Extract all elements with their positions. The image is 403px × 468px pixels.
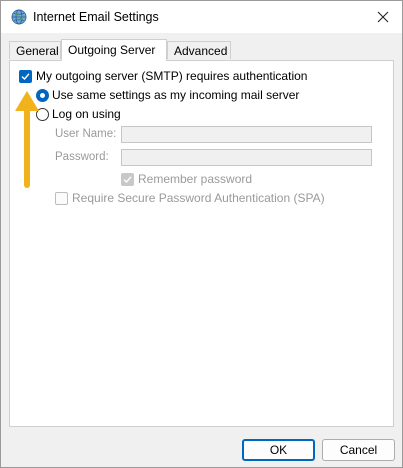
spa-option[interactable]: Require Secure Password Authentication (… [55, 191, 325, 205]
use-same-settings-option[interactable]: Use same settings as my incoming mail se… [36, 88, 299, 102]
remember-password-checkbox[interactable] [121, 172, 134, 186]
arrow-up-icon [15, 91, 39, 188]
use-same-settings-label: Use same settings as my incoming mail se… [52, 88, 300, 102]
password-label: Password: [55, 151, 109, 163]
internet-email-settings-dialog: Internet Email Settings General Outgoing… [0, 0, 403, 468]
password-input[interactable] [121, 149, 372, 166]
tab-outgoing-server[interactable]: Outgoing Server [61, 39, 167, 61]
cancel-button[interactable]: Cancel [322, 439, 395, 461]
username-input[interactable] [121, 126, 372, 143]
outgoing-server-panel: My outgoing server (SMTP) requires authe… [9, 60, 394, 427]
title-bar: Internet Email Settings [1, 1, 402, 33]
log-on-using-option[interactable]: Log on using [36, 107, 121, 121]
tab-advanced[interactable]: Advanced [167, 41, 231, 59]
spa-checkbox[interactable] [55, 191, 68, 205]
ok-button[interactable]: OK [242, 439, 315, 461]
window-title: Internet Email Settings [33, 10, 159, 24]
remember-password-label: Remember password [138, 172, 253, 186]
close-button[interactable] [370, 5, 396, 29]
log-on-using-label: Log on using [52, 107, 121, 121]
spa-label: Require Secure Password Authentication (… [72, 191, 325, 205]
checkmark-icon [123, 175, 132, 183]
globe-icon [11, 9, 27, 25]
requires-auth-label: My outgoing server (SMTP) requires authe… [36, 69, 308, 83]
tab-general[interactable]: General [9, 41, 61, 59]
remember-password-option[interactable]: Remember password [121, 172, 252, 186]
requires-auth-option[interactable]: My outgoing server (SMTP) requires authe… [19, 69, 307, 83]
username-label: User Name: [55, 128, 117, 140]
close-icon [377, 11, 389, 23]
checkmark-icon [21, 72, 30, 80]
requires-auth-checkbox[interactable] [19, 69, 32, 83]
